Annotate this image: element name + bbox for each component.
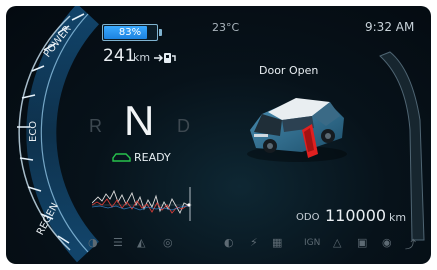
tpms-icon: ◉ bbox=[382, 236, 392, 249]
gear-drive: D bbox=[177, 116, 190, 136]
range-unit: km bbox=[133, 51, 151, 64]
fog-light-icon: ☰ bbox=[113, 236, 123, 249]
wrench-icon: ⤴ bbox=[405, 238, 416, 251]
energy-trace bbox=[92, 187, 192, 221]
power-gauge bbox=[17, 6, 100, 263]
battery-indicator: 83% bbox=[102, 24, 162, 41]
gear-reverse: R bbox=[89, 116, 102, 136]
plug-icon: ⚡ bbox=[250, 236, 258, 249]
door-open-alert: Door Open bbox=[259, 64, 319, 77]
plug-charge-icon bbox=[154, 53, 176, 63]
headlamp-icon: ◐ bbox=[224, 236, 234, 249]
clock: 9:32 AM bbox=[365, 20, 415, 34]
gear-current: N bbox=[124, 97, 155, 144]
instrument-cluster: POWER ECO REGEN 83% 241 km 23°C 9:32 AM … bbox=[6, 6, 431, 264]
car-icon bbox=[112, 153, 131, 162]
parking-icon: ◭ bbox=[137, 236, 146, 249]
warning-triangle-icon: △ bbox=[333, 236, 342, 249]
engine-icon: ▣ bbox=[357, 236, 368, 249]
odometer-unit: km bbox=[389, 211, 407, 224]
odometer-label: ODO bbox=[296, 212, 320, 223]
odometer-value: 110000 bbox=[325, 206, 387, 225]
range-value: 241 bbox=[103, 46, 136, 66]
charge-station-icon: ▦ bbox=[272, 236, 283, 249]
gauge-label-eco: ECO bbox=[28, 120, 39, 142]
battery-cap bbox=[159, 29, 162, 36]
vehicle-illustration bbox=[247, 98, 347, 162]
high-beam-icon: ◑ bbox=[88, 236, 98, 249]
ready-status: READY bbox=[134, 151, 171, 164]
temperature: 23°C bbox=[212, 21, 240, 34]
ign-text-icon: IGN bbox=[304, 238, 321, 248]
battery-percent: 83% bbox=[118, 27, 142, 38]
brake-icon: ◎ bbox=[163, 236, 173, 249]
telltale-bar: ◑ ☰ ◭ ◎ ◐ ⚡ ▦ IGN △ ▣ ◉ ⤴ bbox=[6, 236, 431, 252]
